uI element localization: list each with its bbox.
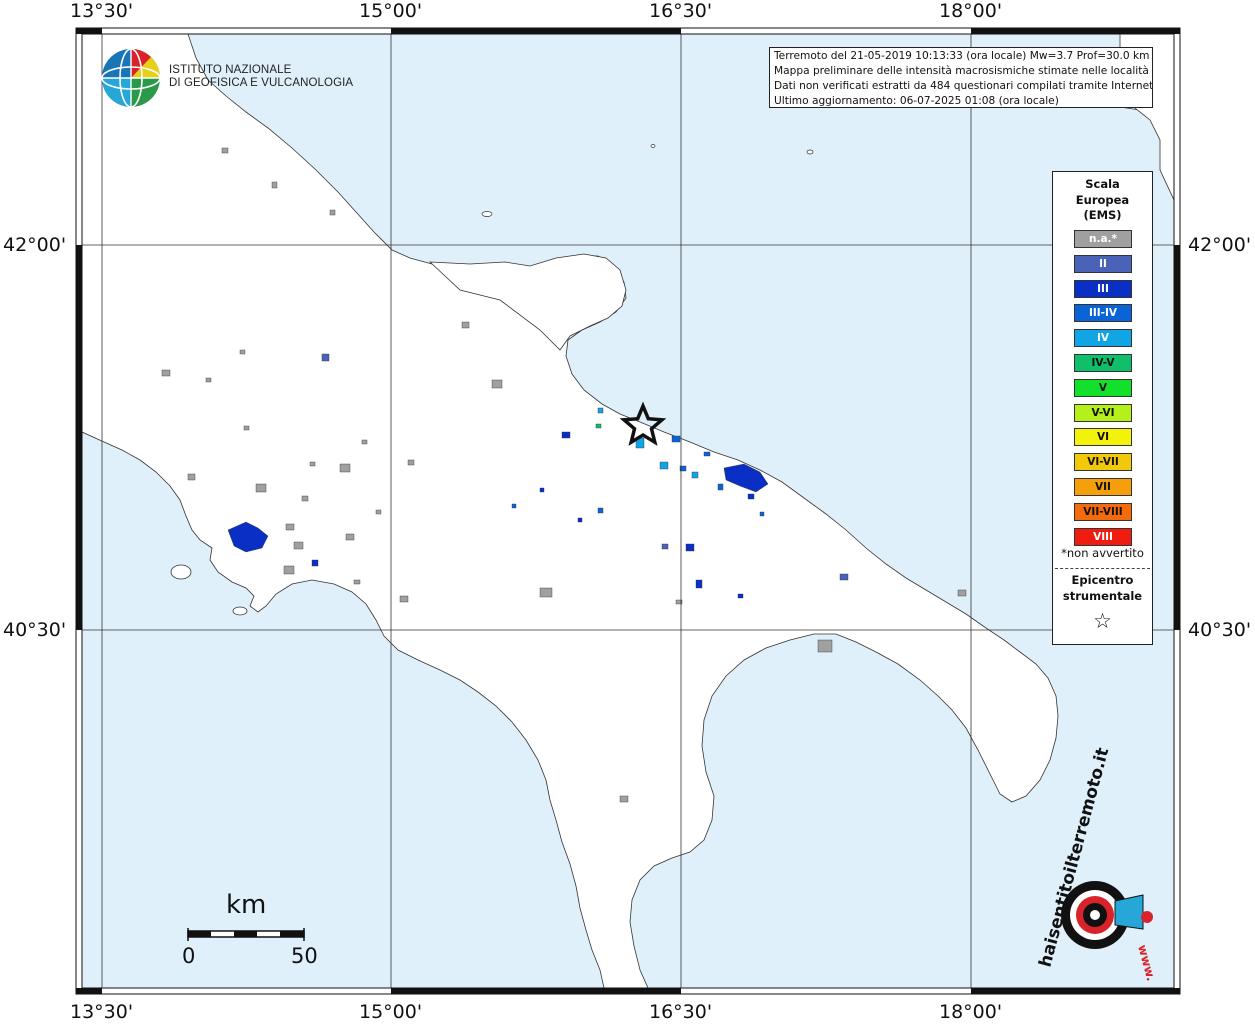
legend-epicenter-line1: Epicentro	[1071, 573, 1134, 587]
event-info-line4: Ultimo aggiornamento: 06-07-2025 01:08 (…	[774, 95, 1059, 107]
lat-label-right-1: 42°00'	[1188, 234, 1252, 256]
legend-swatch-7: V-VI	[1074, 403, 1132, 422]
legend-swatch-3: III-IV	[1074, 304, 1132, 323]
island-tremiti	[481, 211, 493, 217]
legend-swatch-0: n.a.*	[1074, 230, 1132, 248]
event-info-line1: Terremoto del 21-05-2019 10:13:33 (ora l…	[774, 50, 1150, 62]
lon-label-bottom-1: 13°30'	[70, 1001, 134, 1023]
legend-title: Scala Europea (EMS)	[1053, 177, 1152, 224]
legend-swatch-6: V	[1074, 378, 1132, 397]
legend-note: *non avvertito	[1061, 546, 1144, 560]
lon-label-top-1: 13°30'	[70, 0, 134, 22]
scale-start-label: 0	[182, 944, 196, 968]
legend-swatch-5: IV-V	[1074, 353, 1132, 372]
iv-v-municipalities	[595, 423, 602, 429]
legend-swatch-2: III	[1074, 279, 1132, 298]
lon-label-bottom-4: 18°00'	[939, 1001, 1003, 1023]
legend-epicenter-label: Epicentro strumentale	[1053, 573, 1152, 604]
legend-star-icon: ☆	[1093, 609, 1112, 633]
event-info-box: Terremoto del 21-05-2019 10:13:33 (ora l…	[769, 47, 1153, 108]
event-info-line3: Dati non verificati estratti da 484 ques…	[774, 80, 1153, 92]
legend-swatch-4: IV	[1074, 329, 1132, 348]
lat-label-left-1: 42°00'	[3, 234, 67, 256]
ingv-name-line2: DI GEOFISICA E VULCANOLOGIA	[169, 77, 354, 89]
legend-swatch-10: VII	[1074, 477, 1132, 496]
lat-label-left-2: 40°30'	[3, 619, 67, 641]
island-ischia	[170, 564, 192, 580]
lat-label-right-2: 40°30'	[1188, 619, 1252, 641]
island-pelagosa	[806, 149, 814, 155]
legend-title-line1: Scala	[1085, 177, 1120, 191]
scale-unit-label: km	[226, 890, 267, 920]
legend-swatch-1: II	[1074, 254, 1132, 273]
ingv-name: ISTITUTO NAZIONALE DI GEOFISICA E VULCAN…	[169, 64, 353, 90]
lon-label-bottom-2: 15°00'	[359, 1001, 423, 1023]
ems-legend: Scala Europea (EMS) n.a.* II III III-IV IV IV…	[1052, 171, 1153, 645]
event-info-line2: Mappa preliminare delle intensità macros…	[774, 65, 1149, 77]
lon-label-bottom-3: 16°30'	[649, 1001, 713, 1023]
legend-swatch-9: VI-VII	[1074, 453, 1132, 472]
ingv-logo-icon	[101, 48, 161, 108]
scale-end-label: 50	[291, 944, 318, 968]
lon-label-top-2: 15°00'	[359, 0, 423, 22]
lon-label-top-4: 18°00'	[939, 0, 1003, 22]
legend-swatch-12: VIII	[1074, 527, 1132, 546]
legend-separator	[1055, 568, 1150, 569]
legend-epicenter-line2: strumentale	[1062, 588, 1143, 603]
island-capri	[232, 606, 248, 616]
legend-swatch-8: VI	[1074, 428, 1132, 447]
lon-label-top-3: 16°30'	[649, 0, 713, 22]
legend-swatches: n.a.* II III III-IV IV IV-V V V-VI VI VI-VII VII VI…	[1074, 230, 1132, 552]
island-pianosa	[650, 144, 656, 148]
legend-swatch-11: VII-VIII	[1074, 502, 1132, 521]
legend-title-line2: Europea	[1075, 192, 1130, 207]
legend-title-line3: (EMS)	[1083, 208, 1122, 222]
ingv-name-line1: ISTITUTO NAZIONALE	[169, 64, 292, 76]
